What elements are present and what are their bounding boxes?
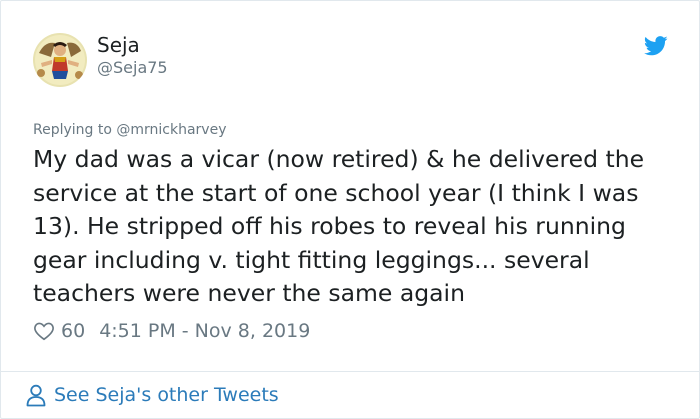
see-other-tweets-label: See Seja's other Tweets <box>54 384 279 406</box>
user-handle[interactable]: @Seja75 <box>97 58 168 78</box>
twitter-bird-icon[interactable] <box>644 35 668 57</box>
tweet-card: Seja @Seja75 Replying to @mrnickharvey M… <box>0 0 700 419</box>
replying-to[interactable]: Replying to @mrnickharvey <box>33 121 226 139</box>
like-count[interactable]: 60 <box>61 320 85 342</box>
tweet-text: My dad was a vicar (now retired) & he de… <box>33 143 683 311</box>
tweet-meta: 60 4:51 PM - Nov 8, 2019 <box>33 319 310 343</box>
person-icon <box>26 384 46 407</box>
tweet-line: gear including v. tight fitting leggings… <box>33 245 590 274</box>
divider <box>1 371 700 372</box>
avatar[interactable] <box>33 33 87 87</box>
tweet-line: service at the start of one school year … <box>33 178 639 207</box>
tweet-line: 13). He stripped off his robes to reveal… <box>33 212 626 240</box>
avatar-image <box>33 33 87 87</box>
display-name[interactable]: Seja <box>97 33 140 57</box>
timestamp[interactable]: 4:51 PM - Nov 8, 2019 <box>99 320 310 342</box>
see-other-tweets-link[interactable]: See Seja's other Tweets <box>25 382 279 408</box>
tweet-line: teachers were never the same again <box>33 279 465 307</box>
heart-icon[interactable] <box>33 320 55 342</box>
tweet-line: My dad was a vicar (now retired) & he de… <box>33 145 645 173</box>
